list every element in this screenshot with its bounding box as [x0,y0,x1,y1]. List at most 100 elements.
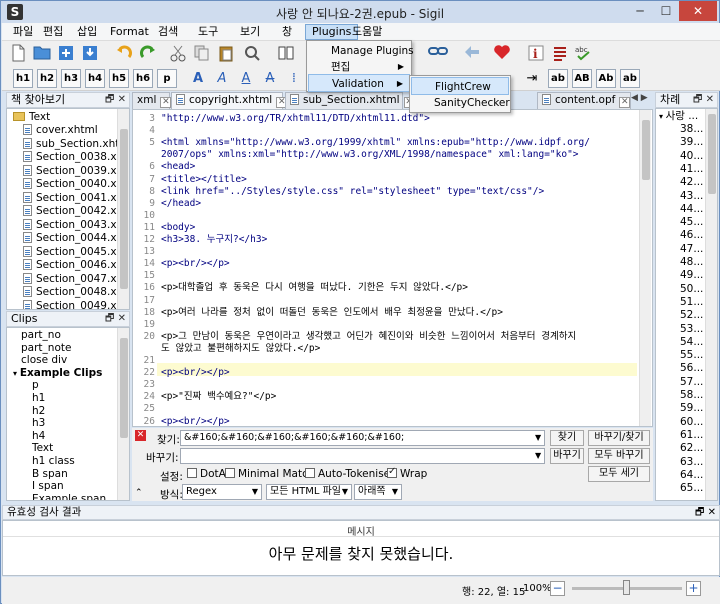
scroll-thumb[interactable] [642,120,650,180]
toc-item[interactable]: 53... [680,323,703,336]
direction-select[interactable]: 아래쪽 ▼ [354,484,402,500]
toc-item[interactable]: 45... [680,216,703,229]
clip-item[interactable]: part_note [21,342,71,355]
tab-scroll-arrows[interactable]: ◀ ▶ [631,93,648,103]
chevron-down-icon[interactable]: ▼ [535,451,541,460]
toc-item[interactable]: 56... [680,362,703,375]
menu-edit[interactable]: 편집 [37,24,69,40]
file-item[interactable]: Section_0046.x... [23,259,127,272]
panel-controls[interactable]: 🗗 ✕ [693,93,714,107]
message-column-header[interactable]: 메시지 [3,523,719,538]
file-item[interactable]: Section_0039.x... [23,164,127,178]
clips-scrollbar[interactable] [117,328,129,500]
book-browser-scrollbar[interactable] [117,109,129,309]
opt-auto-tokenise[interactable]: Auto-Tokenise [305,468,390,480]
toc-item[interactable]: 49... [680,269,703,282]
new-file-icon[interactable] [8,44,28,64]
toc-item[interactable]: 43... [680,190,703,203]
tree-folder-text[interactable]: Text [13,111,50,124]
tab-content-opf[interactable]: content.opf ✕ [537,92,631,109]
menu-plugins-validation[interactable]: Validation ▶ [308,74,410,92]
opt-minimal-match[interactable]: Minimal Match [225,468,315,480]
strikethrough-icon[interactable]: A [260,69,280,89]
scope-select[interactable]: 모든 HTML 파일 ▼ [266,484,352,500]
opt-wrap[interactable]: Wrap [387,466,427,480]
toc-item[interactable]: 42... [680,176,703,189]
scroll-thumb[interactable] [120,129,128,289]
underline-icon[interactable]: A [236,69,256,89]
toc-item[interactable]: 47... [680,243,703,256]
file-item[interactable]: Section_0045.x... [23,245,127,259]
file-item[interactable]: Section_0049.x... [23,299,127,309]
bold-icon[interactable]: A [188,69,208,89]
menu-help[interactable]: 도움말 [346,24,388,40]
tab-close-icon[interactable]: ✕ [619,97,631,108]
paste-icon[interactable] [216,44,236,64]
file-item[interactable]: Section_0041.x... [23,191,127,205]
clip-group[interactable]: ▾ Example Clips [13,367,102,380]
menu-flightcrew[interactable]: FlightCrew [411,77,509,95]
metadata-icon[interactable]: i [526,44,546,64]
heading-h3-button[interactable]: h3 [61,69,81,88]
book-view-icon[interactable] [276,44,296,64]
mode-select[interactable]: Regex ▼ [182,484,262,500]
replace-find-button[interactable]: 바꾸기/찾기 [588,430,650,446]
toc-edit-icon[interactable] [550,44,570,64]
menu-insert[interactable]: 삽입 [71,24,103,40]
scroll-thumb[interactable] [120,338,128,438]
toc-item[interactable]: 48... [680,256,703,269]
file-item[interactable]: Section_0048.x... [23,286,127,299]
chevron-down-icon[interactable]: ▼ [535,433,541,442]
file-item[interactable]: Section_0038.x... [23,151,127,164]
tab-xml[interactable]: xml ✕ [132,92,172,109]
copy-icon[interactable] [192,44,212,64]
replace-button[interactable]: 바꾸기 [550,448,584,464]
paragraph-button[interactable]: p [157,69,177,88]
clip-item[interactable]: h2 [32,405,45,418]
file-item[interactable]: Section_0047.x... [23,272,127,286]
toc-item[interactable]: 50... [680,283,703,296]
menu-file[interactable]: 파일 [7,24,39,40]
add-file-icon[interactable] [56,44,76,64]
lowercase-button[interactable]: ab [548,69,568,88]
menu-view[interactable]: 보기 [234,24,266,40]
toc-item[interactable]: 46... [680,229,703,242]
titlecase-button[interactable]: Ab [596,69,616,88]
code-editor[interactable]: 3 4 5 6 7 8 9 10 11 12 13 14 15 16 17 18 19 20 21 22 23 24 25 2… [132,109,653,427]
italic-icon[interactable]: A [212,69,232,89]
cut-icon[interactable] [168,44,188,64]
checkbox[interactable] [225,468,235,478]
checkbox[interactable] [187,468,197,478]
toc-item[interactable]: 65... [680,482,703,495]
heading-h1-button[interactable]: h1 [13,69,33,88]
toc-item[interactable]: 59... [680,402,703,415]
back-arrow-icon[interactable] [462,44,482,64]
clip-item[interactable]: h4 [32,430,45,443]
zoom-in-icon[interactable]: + [686,581,701,596]
toc-scrollbar[interactable] [705,109,717,500]
toc-root[interactable]: ▾ 사랑 ... [659,110,698,123]
close-button[interactable]: ✕ [679,1,717,21]
menu-window[interactable]: 창 [276,24,298,40]
toc-item[interactable]: 58... [680,389,703,402]
file-item[interactable]: Section_0043.x... [23,218,127,232]
find-input[interactable]: &#160;&#160;&#160;&#160;&#160;&#160; [180,430,545,446]
toc-item[interactable]: 40... [680,150,703,163]
toc-item[interactable]: 54... [680,336,703,349]
clip-item[interactable]: p [32,379,39,392]
file-item[interactable]: cover.xhtml [23,124,98,137]
toc-item[interactable]: 39... [680,136,703,149]
minimize-button[interactable]: ─ [627,1,653,21]
toc-item[interactable]: 41... [680,163,703,176]
link-icon[interactable] [428,44,448,64]
heading-h6-button[interactable]: h6 [133,69,153,88]
zoom-slider-handle[interactable] [623,580,630,595]
close-find-icon[interactable]: ✕ [135,430,146,441]
clip-item[interactable]: Example span [32,493,106,500]
heading-h4-button[interactable]: h4 [85,69,105,88]
clip-item[interactable]: B span [32,468,68,481]
clip-item[interactable]: h1 [32,392,45,405]
panel-controls[interactable]: 🗗 ✕ [105,312,126,326]
clip-item[interactable]: I span [32,480,64,493]
heart-icon[interactable] [492,44,512,64]
